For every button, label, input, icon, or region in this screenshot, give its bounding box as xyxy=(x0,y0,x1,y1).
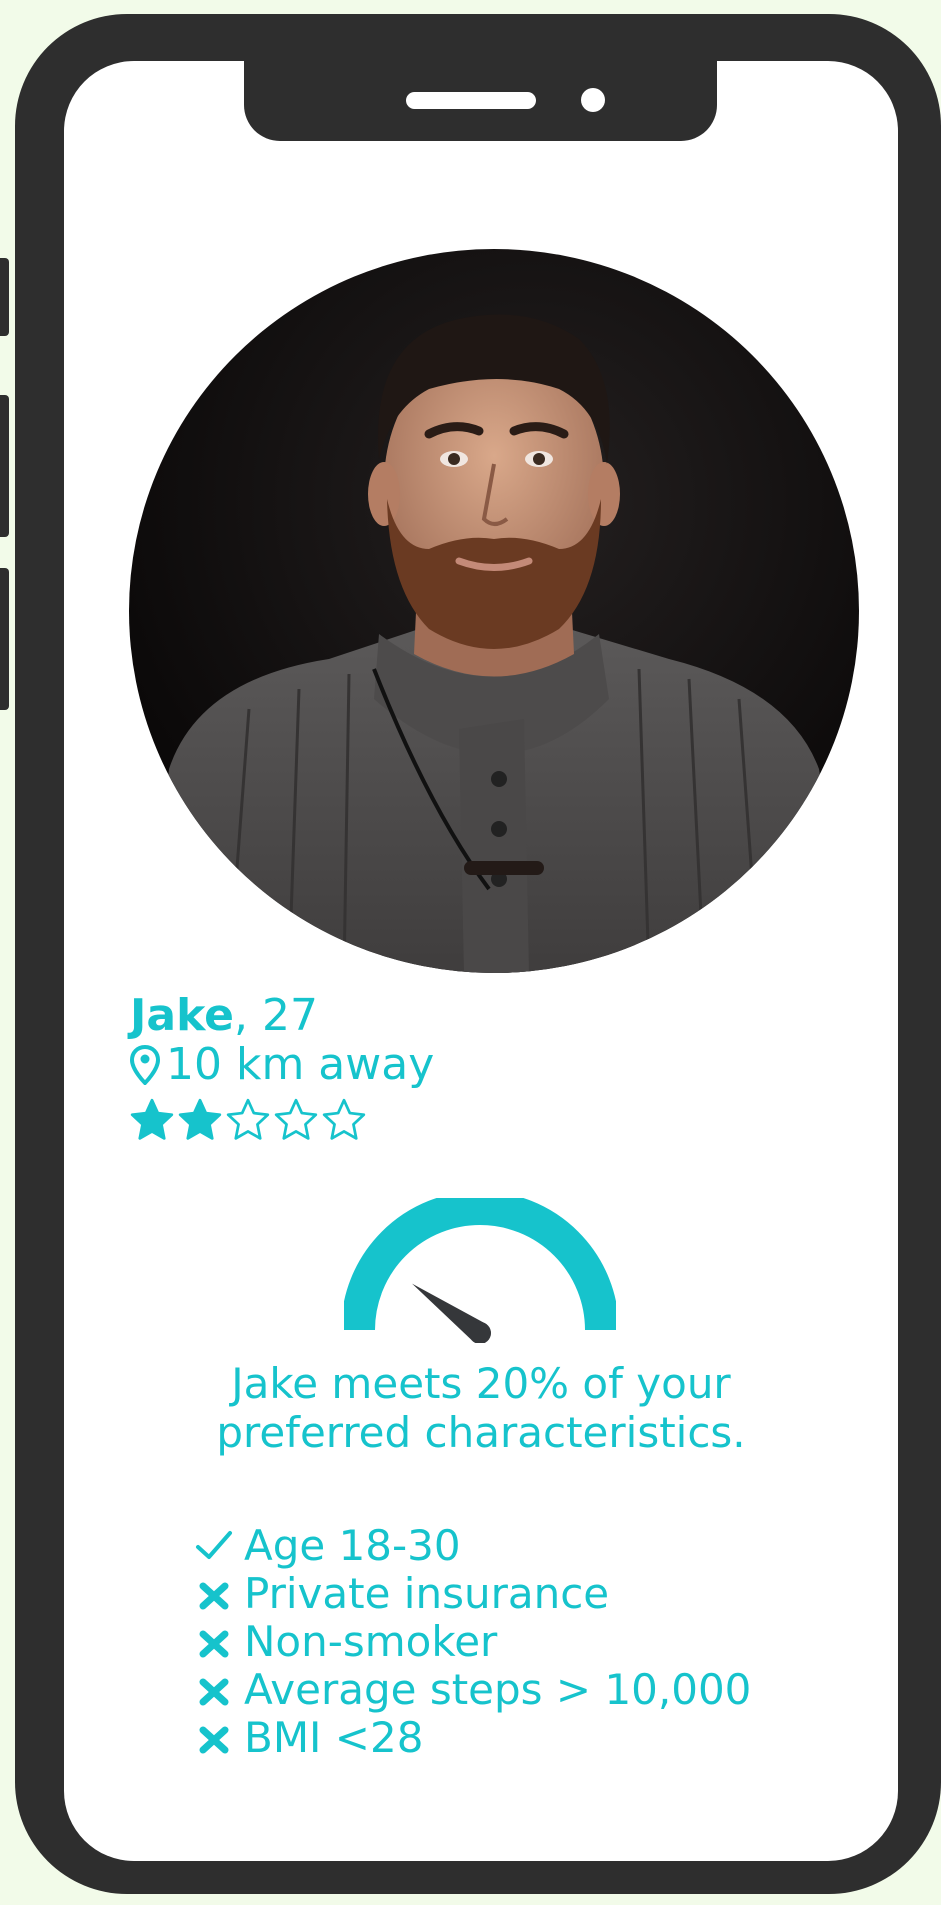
criteria-item: Private insurance xyxy=(194,1568,751,1618)
criteria-list: Age 18-30 Private insurance Non-smoker Aver… xyxy=(194,1520,752,1762)
phone-frame: Jake, 27 10 km away Jake meets 20% of yo… xyxy=(15,14,941,1894)
gauge-needle xyxy=(412,1283,491,1343)
criteria-item: Average steps > 10,000 xyxy=(194,1664,752,1714)
match-summary: Jake meets 20% of your preferred charact… xyxy=(64,1359,898,1457)
star-icon xyxy=(274,1098,318,1140)
criteria-item: Non-smoker xyxy=(194,1616,751,1666)
star-rating xyxy=(130,1098,434,1142)
volume-up-button[interactable] xyxy=(0,395,9,537)
profile-info: Jake, 27 10 km away xyxy=(130,991,434,1142)
profile-photo xyxy=(129,249,859,973)
volume-down-button[interactable] xyxy=(0,568,9,710)
criteria-label: Age 18-30 xyxy=(244,1520,461,1570)
distance-line: 10 km away xyxy=(130,1040,434,1090)
star-icon xyxy=(178,1098,222,1140)
cross-icon xyxy=(194,1717,244,1757)
name-age-line: Jake, 27 xyxy=(130,991,434,1041)
front-camera xyxy=(581,88,605,112)
criteria-label: Non-smoker xyxy=(244,1616,498,1666)
phone-screen: Jake, 27 10 km away Jake meets 20% of yo… xyxy=(64,61,898,1861)
star-icon xyxy=(130,1098,174,1140)
profile-name: Jake xyxy=(130,990,234,1041)
cross-icon xyxy=(194,1573,244,1613)
criteria-label: BMI <28 xyxy=(244,1712,424,1762)
distance-text: 10 km away xyxy=(166,1039,435,1090)
criteria-label: Private insurance xyxy=(244,1568,610,1618)
cross-icon xyxy=(194,1621,244,1661)
match-summary-line-2: preferred characteristics. xyxy=(216,1408,746,1457)
criteria-item: Age 18-30 xyxy=(194,1520,751,1570)
criteria-item: BMI <28 xyxy=(194,1712,751,1762)
location-pin-icon xyxy=(130,1045,160,1085)
match-summary-line-1: Jake meets 20% of your xyxy=(231,1359,731,1408)
star-icon xyxy=(322,1098,366,1140)
gauge-arc xyxy=(344,1198,616,1331)
cross-icon xyxy=(194,1669,244,1709)
mute-switch[interactable] xyxy=(0,258,9,336)
star-icon xyxy=(226,1098,270,1140)
match-gauge xyxy=(344,1198,616,1343)
profile-age: , 27 xyxy=(233,990,318,1041)
check-icon xyxy=(194,1525,244,1565)
criteria-label: Average steps > 10,000 xyxy=(244,1664,752,1714)
phone-notch xyxy=(244,61,717,141)
speaker-grille xyxy=(406,92,536,109)
